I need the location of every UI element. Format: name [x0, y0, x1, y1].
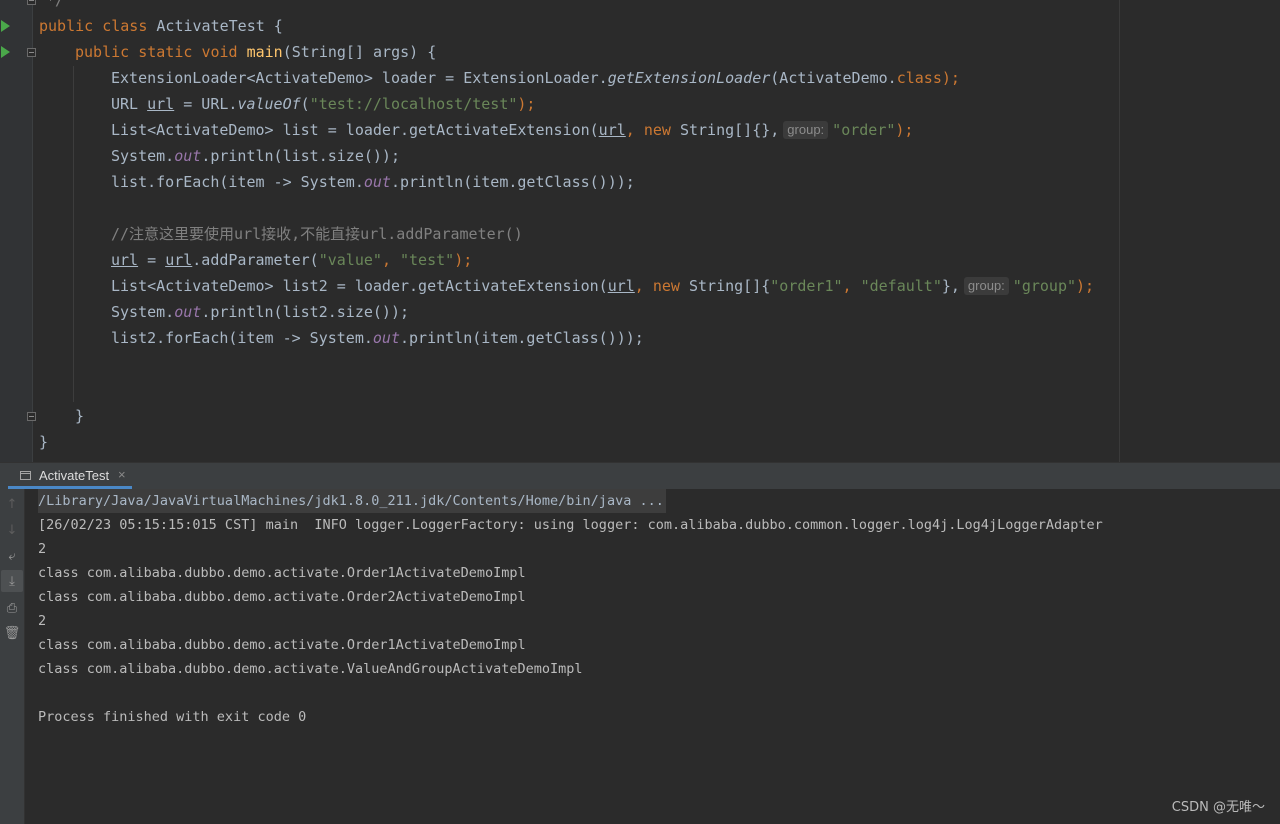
code-line: URL url = URL.valueOf("test://localhost/… — [111, 95, 536, 113]
console-exit-line: Process finished with exit code 0 — [38, 709, 307, 725]
code-line: public static void main(String[] args) { — [75, 43, 437, 61]
code-line: */ — [46, 0, 65, 9]
console-line: class com.alibaba.dubbo.demo.activate.Or… — [38, 589, 526, 605]
run-main-icon[interactable] — [1, 46, 10, 58]
close-icon[interactable]: × — [118, 467, 126, 482]
code-line: ExtensionLoader<ActivateDemo> loader = E… — [111, 69, 960, 87]
run-tab-activatetest[interactable]: ActivateTest × — [8, 463, 132, 489]
fold-method-icon[interactable] — [27, 48, 36, 57]
console-command-line[interactable]: /Library/Java/JavaVirtualMachines/jdk1.8… — [38, 489, 666, 513]
console-icon — [20, 471, 31, 480]
code-line: List<ActivateDemo> list2 = loader.getAct… — [111, 277, 1095, 295]
code-line: public class ActivateTest { — [39, 17, 283, 35]
run-class-icon[interactable] — [1, 20, 10, 32]
console-line: class com.alibaba.dubbo.demo.activate.Va… — [38, 661, 583, 677]
code-line: list.forEach(item -> System.out.println(… — [111, 173, 635, 191]
run-tab-bar: ActivateTest × — [0, 462, 1280, 489]
indent-guide — [73, 66, 74, 402]
editor-gutter — [0, 0, 32, 462]
gutter-divider — [32, 0, 33, 462]
scroll-to-end-icon[interactable]: ⤓ — [1, 570, 23, 592]
fold-method-end-icon[interactable] — [27, 412, 36, 421]
parameter-hint: group: — [783, 121, 829, 139]
code-line: list2.forEach(item -> System.out.println… — [111, 329, 644, 347]
right-margin-guide — [1119, 0, 1120, 462]
parameter-hint: group: — [963, 277, 1009, 295]
console-line: class com.alibaba.dubbo.demo.activate.Or… — [38, 565, 526, 581]
console-line: [26/02/23 05:15:15:015 CST] main INFO lo… — [38, 517, 1103, 533]
console-line: 2 — [38, 613, 47, 629]
code-comment-line: //注意这里要使用url接收,不能直接url.addParameter() — [111, 225, 523, 243]
console-line: 2 — [38, 541, 47, 557]
run-tab-label: ActivateTest — [39, 468, 110, 483]
code-line: System.out.println(list2.size()); — [111, 303, 410, 321]
code-editor[interactable]: */ public class ActivateTest { public st… — [0, 0, 1280, 462]
soft-wrap-icon[interactable]: ⤶ — [1, 545, 23, 567]
code-line: System.out.println(list.size()); — [111, 147, 400, 165]
trash-icon[interactable]: 🗑 — [1, 622, 23, 644]
fold-comment-icon[interactable] — [27, 0, 36, 5]
console-line: class com.alibaba.dubbo.demo.activate.Or… — [38, 637, 526, 653]
code-line: url = url.addParameter("value", "test"); — [111, 251, 473, 269]
arrow-up-icon[interactable]: ↑ — [1, 493, 23, 515]
code-line: } — [39, 433, 49, 451]
code-line: } — [75, 407, 85, 425]
print-icon[interactable]: ⎙ — [1, 597, 23, 619]
code-line: List<ActivateDemo> list = loader.getActi… — [111, 121, 914, 139]
arrow-down-icon[interactable]: ↓ — [1, 519, 23, 541]
watermark: CSDN @无唯～ — [1171, 800, 1265, 815]
run-toolbar: ↑ ↓ ⤶ ⤓ ⎙ 🗑 — [0, 489, 25, 824]
run-tool-window: ActivateTest × ↑ ↓ ⤶ ⤓ ⎙ 🗑 /Library/Java… — [0, 462, 1280, 824]
